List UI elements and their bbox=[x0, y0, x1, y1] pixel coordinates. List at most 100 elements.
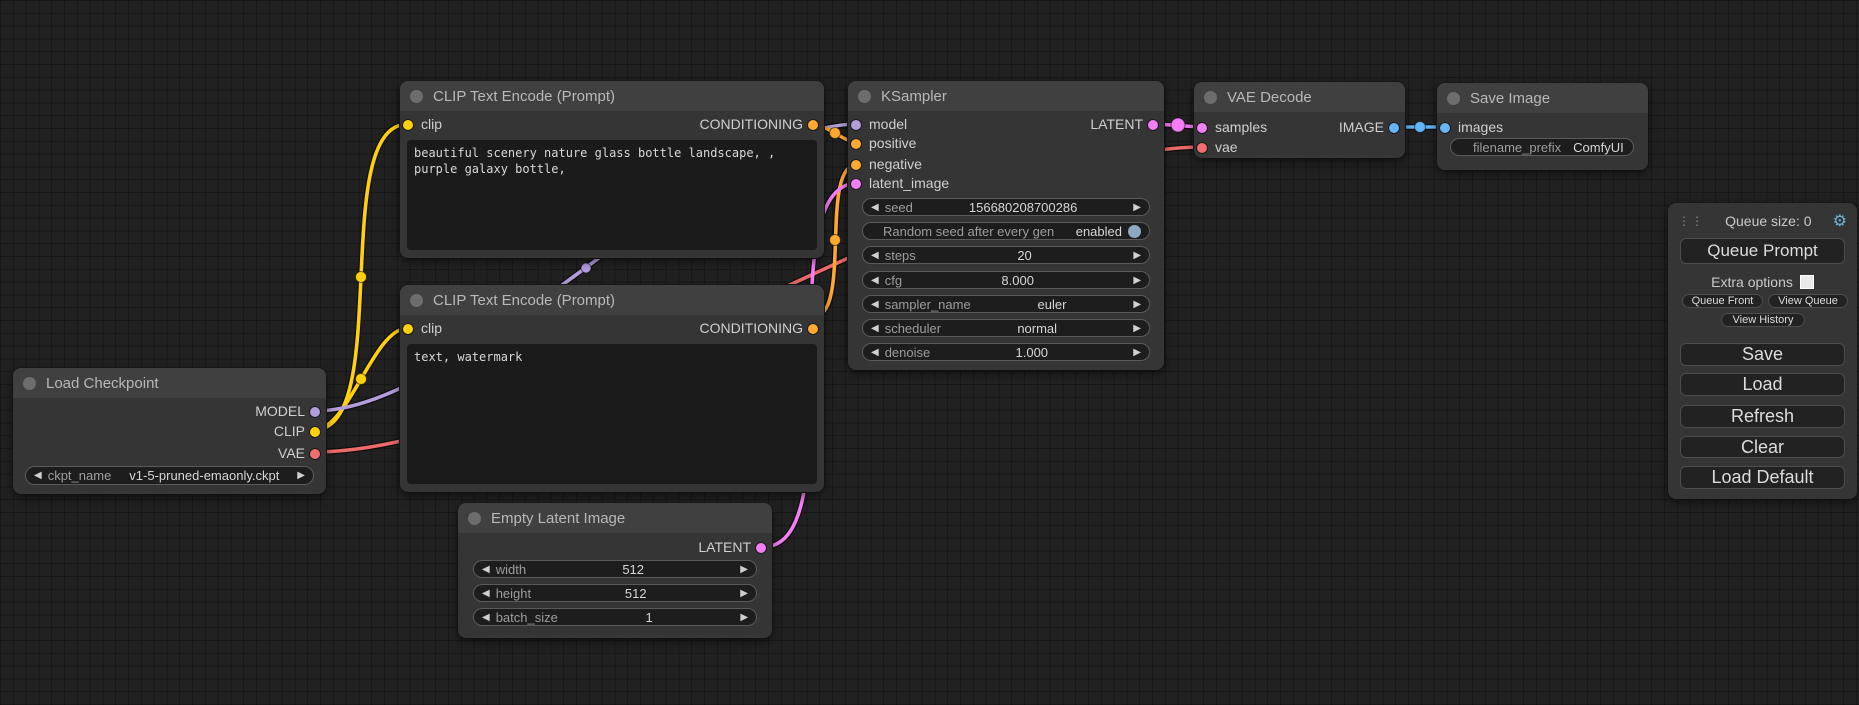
height-widget[interactable]: ◀ height 512 ▶ bbox=[473, 584, 757, 602]
stepper-right-icon[interactable]: ▶ bbox=[297, 470, 305, 481]
node-title-bar[interactable]: CLIP Text Encode (Prompt) bbox=[400, 285, 824, 315]
link-dot[interactable] bbox=[830, 128, 841, 139]
queue-size-label: Queue size: 0 bbox=[1704, 213, 1833, 229]
clip-input-dot[interactable] bbox=[403, 120, 413, 130]
vae-input-dot[interactable] bbox=[1197, 143, 1207, 153]
collapse-dot-icon[interactable] bbox=[858, 90, 871, 103]
node-save-image[interactable]: Save Image images filename_prefix ComfyU… bbox=[1437, 83, 1648, 170]
load-default-button[interactable]: Load Default bbox=[1680, 466, 1845, 489]
node-empty-latent-image[interactable]: Empty Latent Image LATENT ◀ width 512 ▶ … bbox=[458, 503, 772, 638]
samples-input-dot[interactable] bbox=[1197, 123, 1207, 133]
ckpt-name-widget[interactable]: ◀ ckpt_name v1-5-pruned-emaonly.ckpt ▶ bbox=[25, 466, 314, 485]
queue-front-button[interactable]: Queue Front bbox=[1682, 294, 1763, 308]
slot-row: clip CONDITIONING bbox=[400, 115, 824, 134]
negative-input-dot[interactable] bbox=[851, 160, 861, 170]
seed-widget[interactable]: ◀ seed 156680208700286 ▶ bbox=[862, 198, 1150, 216]
collapse-dot-icon[interactable] bbox=[1204, 91, 1217, 104]
view-history-button[interactable]: View History bbox=[1721, 313, 1805, 327]
node-title-bar[interactable]: CLIP Text Encode (Prompt) bbox=[400, 81, 824, 111]
collapse-dot-icon[interactable] bbox=[23, 377, 36, 390]
node-title-bar[interactable]: VAE Decode bbox=[1194, 82, 1405, 112]
stepper-right-icon[interactable]: ▶ bbox=[1133, 347, 1141, 358]
load-button[interactable]: Load bbox=[1680, 373, 1845, 396]
clip-input-dot[interactable] bbox=[403, 324, 413, 334]
gear-icon[interactable]: ⚙ bbox=[1833, 211, 1847, 231]
negative-prompt-textarea[interactable]: text, watermark bbox=[407, 344, 817, 484]
output-slot-model: MODEL bbox=[13, 402, 326, 421]
toggle-enabled-icon[interactable] bbox=[1128, 225, 1141, 238]
images-input-dot[interactable] bbox=[1440, 123, 1450, 133]
model-output-dot[interactable] bbox=[310, 407, 320, 417]
link-dot[interactable] bbox=[581, 263, 591, 273]
stepper-right-icon[interactable]: ▶ bbox=[1133, 202, 1141, 213]
stepper-left-icon[interactable]: ◀ bbox=[34, 470, 42, 481]
stepper-right-icon[interactable]: ▶ bbox=[740, 564, 748, 575]
width-widget[interactable]: ◀ width 512 ▶ bbox=[473, 560, 757, 578]
node-title: CLIP Text Encode (Prompt) bbox=[433, 292, 615, 309]
stepper-left-icon[interactable]: ◀ bbox=[871, 202, 879, 213]
sampler-name-widget[interactable]: ◀ sampler_name euler ▶ bbox=[862, 295, 1150, 313]
stepper-left-icon[interactable]: ◀ bbox=[482, 612, 490, 623]
collapse-dot-icon[interactable] bbox=[468, 512, 481, 525]
positive-input-dot[interactable] bbox=[851, 139, 861, 149]
node-vae-decode[interactable]: VAE Decode samples IMAGE vae bbox=[1194, 82, 1405, 158]
denoise-widget[interactable]: ◀ denoise 1.000 ▶ bbox=[862, 343, 1150, 361]
latent-image-input-dot[interactable] bbox=[851, 179, 861, 189]
stepper-right-icon[interactable]: ▶ bbox=[1133, 250, 1141, 261]
queue-prompt-button[interactable]: Queue Prompt bbox=[1680, 238, 1845, 264]
collapse-dot-icon[interactable] bbox=[410, 90, 423, 103]
link-dot[interactable] bbox=[356, 272, 367, 283]
steps-widget[interactable]: ◀ steps 20 ▶ bbox=[862, 246, 1150, 264]
node-title-bar[interactable]: Load Checkpoint bbox=[13, 368, 326, 398]
clear-button[interactable]: Clear bbox=[1680, 436, 1845, 458]
stepper-left-icon[interactable]: ◀ bbox=[871, 347, 879, 358]
cfg-widget[interactable]: ◀ cfg 8.000 ▶ bbox=[862, 271, 1150, 289]
view-queue-button[interactable]: View Queue bbox=[1768, 294, 1848, 308]
node-load-checkpoint[interactable]: Load Checkpoint MODEL CLIP VAE ◀ ckpt_na… bbox=[13, 368, 326, 494]
output-slot-vae: VAE bbox=[13, 444, 326, 463]
link-dot[interactable] bbox=[1171, 118, 1185, 132]
collapse-dot-icon[interactable] bbox=[1447, 92, 1460, 105]
node-title-bar[interactable]: Save Image bbox=[1437, 83, 1648, 113]
link-dot[interactable] bbox=[830, 235, 841, 246]
node-title: KSampler bbox=[881, 88, 947, 105]
stepper-left-icon[interactable]: ◀ bbox=[871, 299, 879, 310]
filename-prefix-widget[interactable]: filename_prefix ComfyUI bbox=[1450, 138, 1634, 156]
random-seed-toggle-widget[interactable]: Random seed after every gen enabled bbox=[862, 222, 1150, 240]
node-title: Empty Latent Image bbox=[491, 510, 625, 527]
vae-output-dot[interactable] bbox=[310, 449, 320, 459]
latent-output-dot[interactable] bbox=[756, 543, 766, 553]
stepper-left-icon[interactable]: ◀ bbox=[482, 564, 490, 575]
node-ksampler[interactable]: KSampler model LATENT positive negative … bbox=[848, 81, 1164, 370]
node-title-bar[interactable]: KSampler bbox=[848, 81, 1164, 111]
stepper-right-icon[interactable]: ▶ bbox=[740, 588, 748, 599]
node-clip-text-encode-negative[interactable]: CLIP Text Encode (Prompt) clip CONDITION… bbox=[400, 285, 824, 492]
stepper-left-icon[interactable]: ◀ bbox=[871, 275, 879, 286]
conditioning-output-dot[interactable] bbox=[808, 324, 818, 334]
stepper-left-icon[interactable]: ◀ bbox=[871, 250, 879, 261]
image-output-dot[interactable] bbox=[1389, 123, 1399, 133]
stepper-right-icon[interactable]: ▶ bbox=[740, 612, 748, 623]
link-dot[interactable] bbox=[1415, 122, 1426, 133]
link-dot[interactable] bbox=[356, 374, 367, 385]
node-clip-text-encode-positive[interactable]: CLIP Text Encode (Prompt) clip CONDITION… bbox=[400, 81, 824, 258]
node-title-bar[interactable]: Empty Latent Image bbox=[458, 503, 772, 533]
graph-canvas[interactable]: Load Checkpoint MODEL CLIP VAE ◀ ckpt_na… bbox=[0, 0, 1859, 705]
conditioning-output-dot[interactable] bbox=[808, 120, 818, 130]
positive-prompt-textarea[interactable]: beautiful scenery nature glass bottle la… bbox=[407, 140, 817, 250]
batch-size-widget[interactable]: ◀ batch_size 1 ▶ bbox=[473, 608, 757, 626]
stepper-left-icon[interactable]: ◀ bbox=[871, 323, 879, 334]
stepper-right-icon[interactable]: ▶ bbox=[1133, 299, 1141, 310]
latent-output-dot[interactable] bbox=[1148, 120, 1158, 130]
collapse-dot-icon[interactable] bbox=[410, 294, 423, 307]
refresh-button[interactable]: Refresh bbox=[1680, 405, 1845, 428]
clip-output-dot[interactable] bbox=[310, 427, 320, 437]
model-input-dot[interactable] bbox=[851, 120, 861, 130]
stepper-right-icon[interactable]: ▶ bbox=[1133, 323, 1141, 334]
drag-handle-icon[interactable]: ⋮⋮ bbox=[1678, 214, 1704, 228]
stepper-right-icon[interactable]: ▶ bbox=[1133, 275, 1141, 286]
stepper-left-icon[interactable]: ◀ bbox=[482, 588, 490, 599]
save-button[interactable]: Save bbox=[1680, 343, 1845, 366]
extra-options-checkbox[interactable] bbox=[1800, 275, 1814, 289]
scheduler-widget[interactable]: ◀ scheduler normal ▶ bbox=[862, 319, 1150, 337]
